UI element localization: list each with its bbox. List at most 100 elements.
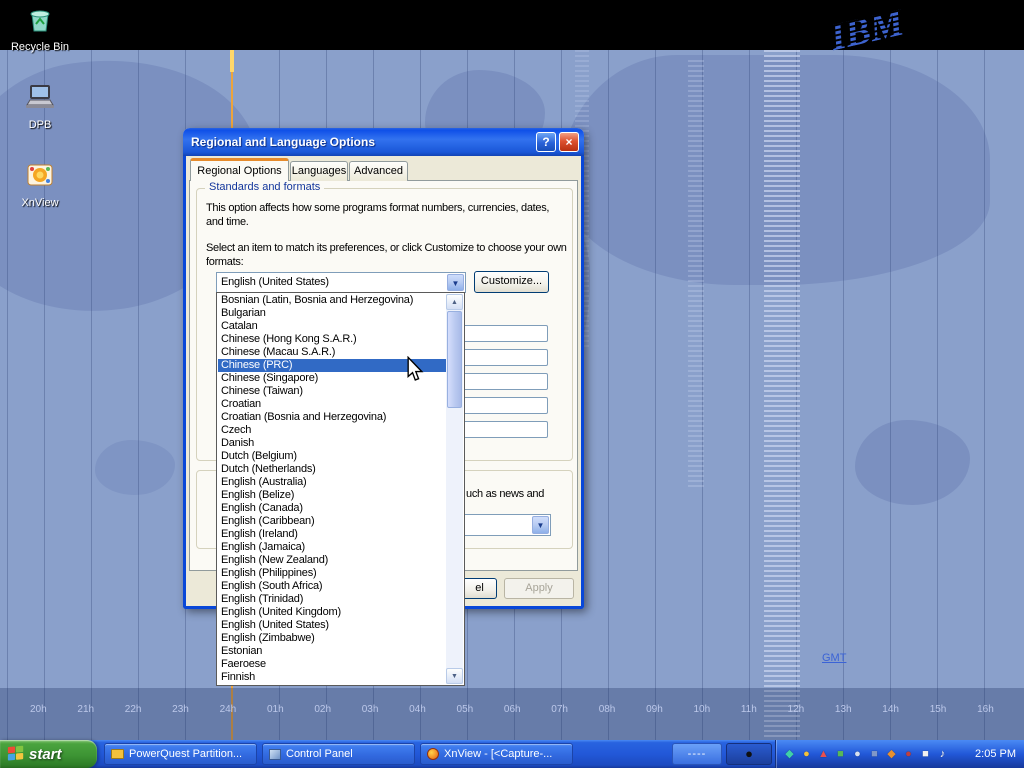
- image-viewer-icon: [427, 748, 439, 760]
- standards-instruction: Select an item to match its preferences,…: [206, 241, 568, 269]
- language-option[interactable]: English (Belize): [218, 489, 446, 502]
- dialog-titlebar[interactable]: Regional and Language Options ? ×: [183, 128, 584, 156]
- close-button[interactable]: ×: [559, 132, 579, 152]
- tab-regional-options[interactable]: Regional Options: [190, 158, 289, 181]
- language-option[interactable]: English (Ireland): [218, 528, 446, 541]
- timeline-hour-label: 09h: [646, 704, 663, 740]
- scrollbar-thumb[interactable]: [447, 311, 462, 408]
- language-option[interactable]: English (Trinidad): [218, 593, 446, 606]
- taskbar-app-icon[interactable]: ●: [726, 743, 772, 765]
- timeline-hour-label: 23h: [172, 704, 189, 740]
- tray-icon-9[interactable]: ■: [918, 747, 933, 762]
- customize-button[interactable]: Customize...: [474, 271, 549, 293]
- language-option[interactable]: English (Canada): [218, 502, 446, 515]
- xnview-icon: [25, 177, 55, 194]
- scrollbar[interactable]: ▲ ▼: [446, 294, 463, 684]
- language-option[interactable]: Czech: [218, 424, 446, 437]
- language-option[interactable]: Dutch (Netherlands): [218, 463, 446, 476]
- gmt-label: GMT: [822, 652, 846, 664]
- timeline-hour-label: 06h: [504, 704, 521, 740]
- recycle-bin-icon: [25, 21, 55, 38]
- language-option[interactable]: Dutch (Belgium): [218, 450, 446, 463]
- language-option[interactable]: Estonian: [218, 645, 446, 658]
- start-button-label: start: [29, 746, 62, 763]
- format-combobox-value: English (United States): [221, 276, 329, 288]
- timezone-hour-scale: 20h21h22h23h24h01h02h03h04h05h06h07h08h0…: [0, 688, 1024, 740]
- tray-icon-8[interactable]: ●: [901, 747, 916, 762]
- tab-advanced[interactable]: Advanced: [349, 161, 408, 181]
- language-option[interactable]: English (Zimbabwe): [218, 632, 446, 645]
- timeline-hour-label: 24h: [220, 704, 237, 740]
- timeline-hour-label: 02h: [314, 704, 331, 740]
- start-button[interactable]: start: [0, 740, 97, 768]
- timeline-hour-label: 10h: [693, 704, 710, 740]
- desktop-icon-recycle-bin[interactable]: Recycle Bin: [8, 4, 72, 53]
- taskbar-task[interactable]: Control Panel: [262, 743, 415, 765]
- language-option[interactable]: English (New Zealand): [218, 554, 446, 567]
- tray-icon-2[interactable]: ●: [799, 747, 814, 762]
- tray-icon-5[interactable]: ●: [850, 747, 865, 762]
- scroll-up-icon[interactable]: ▲: [446, 294, 463, 310]
- language-option[interactable]: English (United Kingdom): [218, 606, 446, 619]
- language-option[interactable]: Danish: [218, 437, 446, 450]
- language-option[interactable]: Chinese (Hong Kong S.A.R.): [218, 333, 446, 346]
- chevron-down-icon[interactable]: ▼: [447, 274, 464, 291]
- language-option[interactable]: English (United States): [218, 619, 446, 632]
- timeline-hour-label: 16h: [977, 704, 994, 740]
- language-option[interactable]: English (Australia): [218, 476, 446, 489]
- language-option[interactable]: Croatian (Bosnia and Herzegovina): [218, 411, 446, 424]
- tray-icon-10[interactable]: ♪: [935, 747, 950, 762]
- tray-icon-6[interactable]: ■: [867, 747, 882, 762]
- taskbar-toolbar[interactable]: ----: [672, 743, 722, 765]
- group-title: Standards and formats: [205, 181, 324, 193]
- timeline-hour-label: 14h: [882, 704, 899, 740]
- timeline-hour-label: 22h: [125, 704, 142, 740]
- folder-icon: [111, 749, 124, 759]
- taskbar-clock[interactable]: 2:05 PM: [971, 748, 1016, 760]
- timeline-hour-label: 11h: [741, 704, 757, 740]
- top-banner: IBM: [0, 0, 1024, 50]
- tray-icon-4[interactable]: ■: [833, 747, 848, 762]
- format-combobox[interactable]: English (United States) ▼: [216, 272, 466, 293]
- cancel-button[interactable]: el: [462, 578, 497, 599]
- desktop-icon-label: XnView: [8, 197, 72, 209]
- timeline-hour-label: 05h: [457, 704, 474, 740]
- language-option[interactable]: Catalan: [218, 320, 446, 333]
- system-tray: ◆●▲■●■◆●■♪ 2:05 PM: [775, 740, 1024, 768]
- location-text-fragment: uch as news and: [466, 487, 566, 501]
- language-option[interactable]: English (Philippines): [218, 567, 446, 580]
- taskbar: start PowerQuest Partition... Control Pa…: [0, 740, 1024, 768]
- scroll-down-icon[interactable]: ▼: [446, 668, 463, 684]
- mouse-cursor: [406, 356, 424, 387]
- language-option[interactable]: Faeroese: [218, 658, 446, 671]
- language-option[interactable]: Croatian: [218, 398, 446, 411]
- language-option[interactable]: English (South Africa): [218, 580, 446, 593]
- language-option[interactable]: Finnish: [218, 671, 446, 684]
- tray-icon-3[interactable]: ▲: [816, 747, 831, 762]
- apply-button: Apply: [504, 578, 574, 599]
- timeline-hour-label: 04h: [409, 704, 426, 740]
- language-option[interactable]: Bulgarian: [218, 307, 446, 320]
- tray-icon-7[interactable]: ◆: [884, 747, 899, 762]
- taskbar-task[interactable]: XnView - [<Capture-...: [420, 743, 573, 765]
- language-option[interactable]: English (Caribbean): [218, 515, 446, 528]
- language-option[interactable]: English (Jamaica): [218, 541, 446, 554]
- windows-flag-icon: [7, 744, 25, 765]
- timezone-hatch-band: [764, 50, 800, 740]
- desktop-icon-dpb[interactable]: DPB: [8, 82, 72, 131]
- tray-icon-1[interactable]: ◆: [782, 747, 797, 762]
- svg-text:IBM: IBM: [825, 1, 909, 59]
- taskbar-task[interactable]: PowerQuest Partition...: [104, 743, 257, 765]
- timeline-hour-label: 15h: [930, 704, 947, 740]
- language-option[interactable]: Bosnian (Latin, Bosnia and Herzegovina): [218, 294, 446, 307]
- help-button[interactable]: ?: [536, 132, 556, 152]
- desktop-icon-label: DPB: [8, 119, 72, 131]
- timezone-hatch-band: [688, 60, 704, 490]
- control-panel-icon: [269, 749, 281, 760]
- laptop-icon: [23, 99, 57, 116]
- desktop-icon-xnview[interactable]: XnView: [8, 160, 72, 209]
- tab-languages[interactable]: Languages: [290, 161, 348, 181]
- timeline-hour-label: 07h: [551, 704, 568, 740]
- chevron-down-icon[interactable]: ▼: [532, 516, 549, 534]
- dialog-title: Regional and Language Options: [191, 135, 533, 149]
